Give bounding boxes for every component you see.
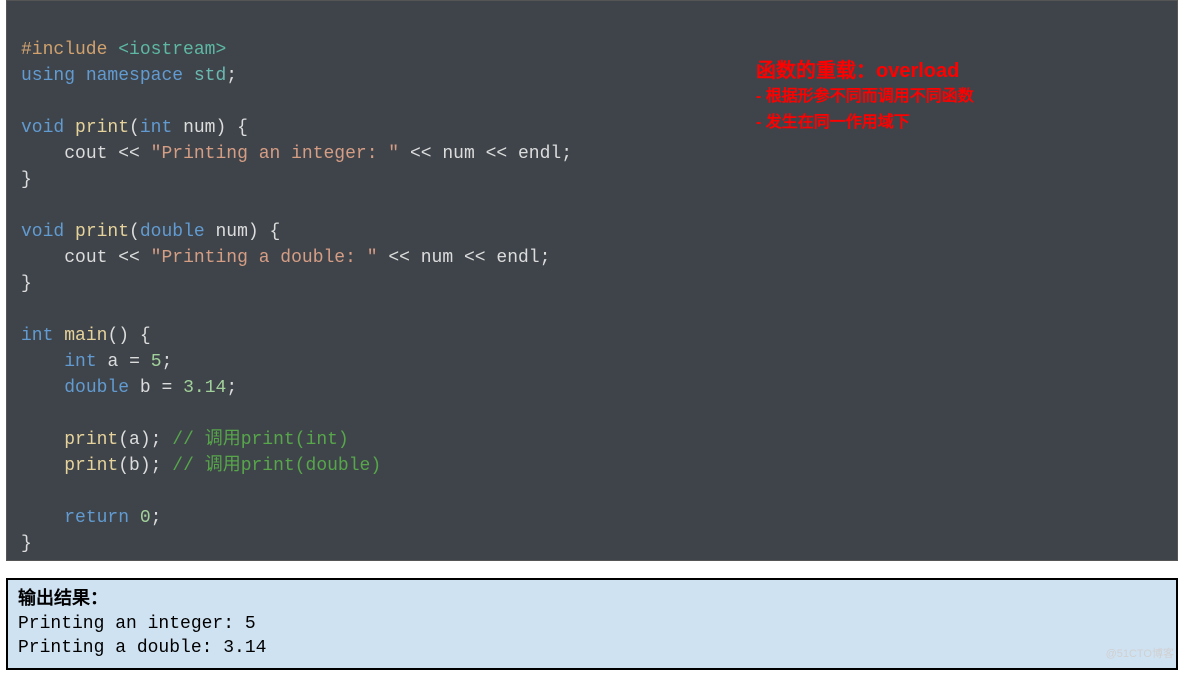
lparen: ( — [107, 326, 118, 346]
literal-0: 0 — [140, 508, 151, 528]
lparen: ( — [129, 222, 140, 242]
kw-void: void — [21, 118, 64, 138]
cout: cout — [64, 248, 107, 268]
lparen: ( — [118, 456, 129, 476]
output-panel: 输出结果： Printing an integer: 5 Printing a … — [6, 578, 1178, 670]
semicolon: ; — [151, 430, 162, 450]
endl: endl — [496, 248, 539, 268]
kw-int: int — [21, 326, 53, 346]
param-type-int: int — [140, 118, 172, 138]
rparen: ) — [215, 118, 226, 138]
op-ins: << — [118, 144, 140, 164]
kw-double: double — [64, 378, 129, 398]
semicolon: ; — [540, 248, 551, 268]
cout: cout — [64, 144, 107, 164]
lbrace: { — [270, 222, 281, 242]
eq: = — [161, 378, 172, 398]
arg-a: a — [129, 430, 140, 450]
annotation-line1: - 根据形参不同而调用不同函数 — [756, 84, 974, 110]
rparen: ) — [118, 326, 129, 346]
fn-print: print — [75, 222, 129, 242]
rparen: ) — [140, 430, 151, 450]
kw-using: using — [21, 66, 75, 86]
ns-std: std — [194, 66, 226, 86]
comment-dbl: // 调用print(double) — [172, 456, 381, 476]
kw-namespace: namespace — [86, 66, 183, 86]
op-ins: << — [118, 248, 140, 268]
lbrace: { — [140, 326, 151, 346]
semicolon: ; — [226, 66, 237, 86]
endl: endl — [518, 144, 561, 164]
string-int: "Printing an integer: " — [151, 144, 399, 164]
rparen: ) — [248, 222, 259, 242]
semicolon: ; — [151, 456, 162, 476]
fn-main: main — [64, 326, 107, 346]
string-dbl: "Printing a double: " — [151, 248, 378, 268]
eq: = — [129, 352, 140, 372]
preprocessor: #include — [21, 40, 107, 60]
id-a: a — [107, 352, 118, 372]
id-num: num — [442, 144, 474, 164]
annotation-title: 函数的重载：overload — [756, 58, 974, 84]
code-editor: #include <iostream> using namespace std;… — [6, 0, 1178, 561]
rbrace: } — [21, 534, 32, 554]
annotation-box: 函数的重载：overload - 根据形参不同而调用不同函数 - 发生在同一作用… — [756, 58, 974, 136]
call-print-a: print — [64, 430, 118, 450]
output-line1: Printing an integer: 5 — [18, 614, 256, 634]
kw-void: void — [21, 222, 64, 242]
id-num: num — [421, 248, 453, 268]
id-b: b — [140, 378, 151, 398]
op-ins: << — [410, 144, 432, 164]
rbrace: } — [21, 170, 32, 190]
lparen: ( — [118, 430, 129, 450]
op-ins: << — [388, 248, 410, 268]
literal-314: 3.14 — [183, 378, 226, 398]
rbrace: } — [21, 274, 32, 294]
include-header: <iostream> — [118, 40, 226, 60]
lbrace: { — [237, 118, 248, 138]
rparen: ) — [140, 456, 151, 476]
literal-5: 5 — [151, 352, 162, 372]
semicolon: ; — [151, 508, 162, 528]
output-header: 输出结果： — [18, 588, 108, 608]
param-num: num — [215, 222, 247, 242]
comment-int: // 调用print(int) — [172, 430, 348, 450]
semicolon: ; — [162, 352, 173, 372]
op-ins: << — [486, 144, 508, 164]
lparen: ( — [129, 118, 140, 138]
semicolon: ; — [226, 378, 237, 398]
semicolon: ; — [561, 144, 572, 164]
call-print-b: print — [64, 456, 118, 476]
op-ins: << — [464, 248, 486, 268]
fn-print: print — [75, 118, 129, 138]
kw-return: return — [64, 508, 129, 528]
annotation-line2: - 发生在同一作用域下 — [756, 110, 974, 136]
param-num: num — [183, 118, 215, 138]
arg-b: b — [129, 456, 140, 476]
param-type-double: double — [140, 222, 205, 242]
output-line2: Printing a double: 3.14 — [18, 638, 266, 658]
kw-int: int — [64, 352, 96, 372]
watermark: @51CTO博客 — [1106, 641, 1174, 667]
